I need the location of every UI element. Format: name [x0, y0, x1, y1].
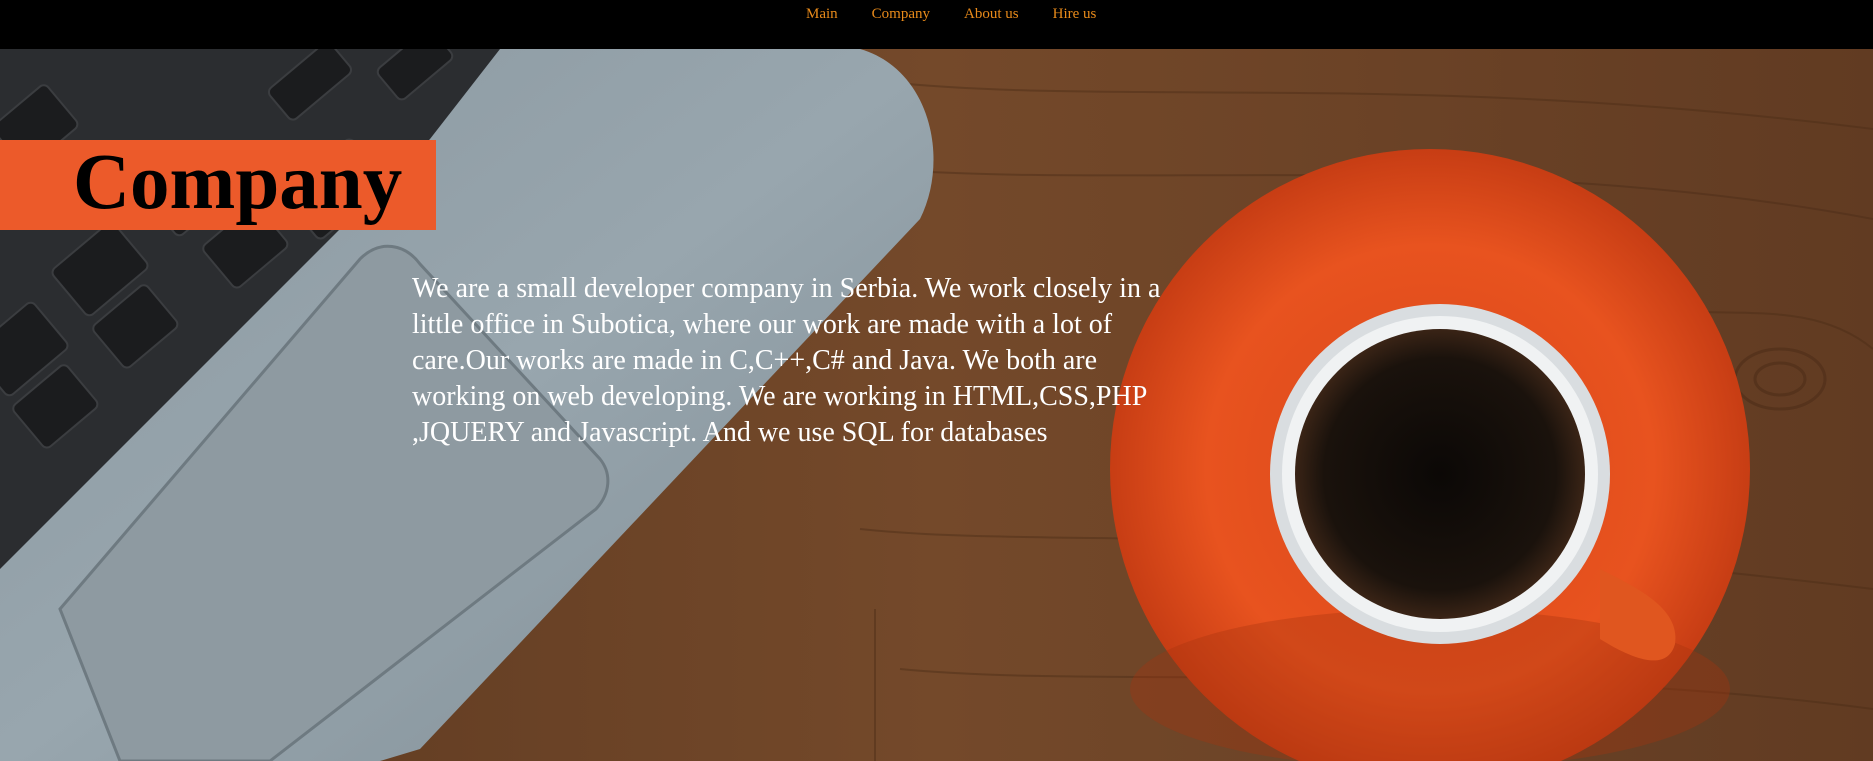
- nav-link-main[interactable]: Main: [806, 5, 838, 23]
- page-title-badge: Company: [0, 139, 436, 230]
- nav-link-company[interactable]: Company: [872, 5, 930, 23]
- company-description: We are a small developer company in Serb…: [412, 273, 1161, 448]
- page-title: Company: [73, 139, 403, 226]
- nav-link-hire-us[interactable]: Hire us: [1053, 5, 1097, 23]
- top-navigation: Main Company About us Hire us: [0, 0, 1873, 49]
- nav-links: Main Company About us Hire us: [806, 5, 1130, 23]
- nav-link-about-us[interactable]: About us: [964, 5, 1019, 23]
- hero-section: Company We are a small developer company…: [0, 49, 1873, 761]
